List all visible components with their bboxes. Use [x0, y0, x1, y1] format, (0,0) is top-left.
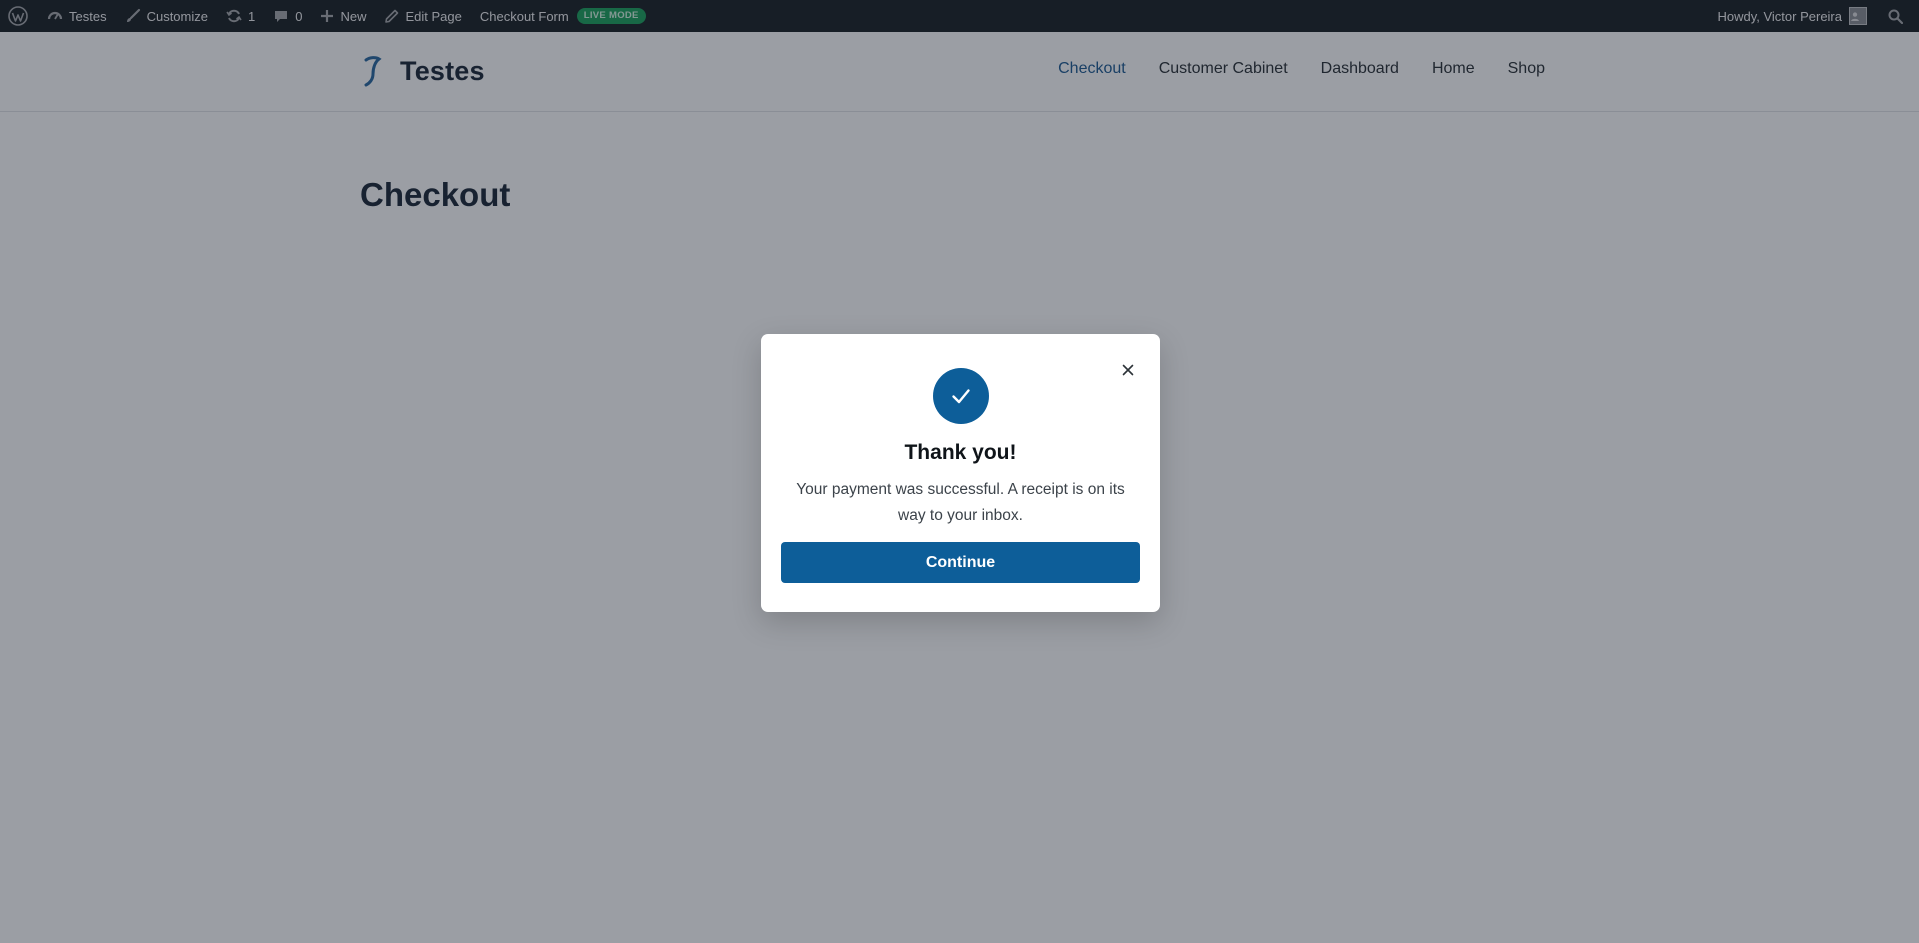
payment-success-dialog: Thank you! Your payment was successful. …	[761, 334, 1160, 612]
dialog-title: Thank you!	[904, 441, 1017, 464]
check-icon	[952, 389, 970, 404]
continue-button[interactable]: Continue	[781, 542, 1140, 583]
close-button[interactable]	[1118, 360, 1138, 380]
close-icon	[1122, 364, 1134, 376]
success-badge	[933, 368, 989, 424]
dialog-message: Your payment was successful. A receipt i…	[796, 481, 1125, 524]
